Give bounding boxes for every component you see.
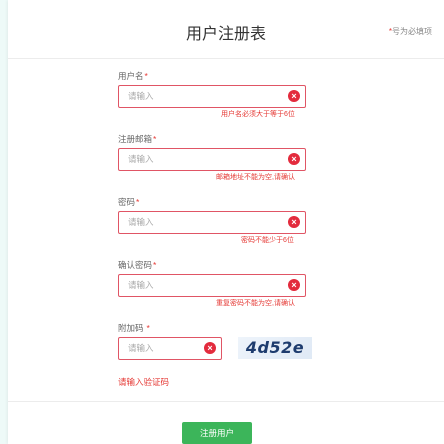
username-field: 用户名* 请输入 × xyxy=(118,70,306,108)
confirm-password-input[interactable]: 请输入 × xyxy=(118,274,306,297)
username-input[interactable]: 请输入 × xyxy=(118,85,306,108)
confirm-password-field: 确认密码* 请输入 × xyxy=(118,259,306,297)
clear-circle-icon[interactable]: × xyxy=(288,153,300,165)
page-title: 用户注册表 xyxy=(185,26,266,43)
captcha-input[interactable]: 请输入 × xyxy=(118,337,222,360)
email-field: 注册邮箱* 请输入 × xyxy=(118,133,306,171)
password-input[interactable]: 请输入 × xyxy=(118,211,306,234)
clear-circle-icon[interactable]: × xyxy=(288,279,300,291)
captcha-placeholder: 请输入 xyxy=(128,343,154,353)
password-label: 密码* xyxy=(118,197,140,207)
username-label: 用户名* xyxy=(118,71,148,81)
captcha-label: 附加码 * xyxy=(118,323,150,333)
clear-circle-icon[interactable]: × xyxy=(288,90,300,102)
confirm-password-placeholder: 请输入 xyxy=(128,280,154,290)
password-error: 密码不能少于6位 xyxy=(241,237,294,244)
captcha-field: 附加码 * 请输入 × xyxy=(118,322,222,360)
email-input[interactable]: 请输入 × xyxy=(118,148,306,171)
footer-divider xyxy=(8,401,444,402)
username-error: 用户名必须大于等于6位 xyxy=(221,111,295,118)
form-header: 用户注册表 *号为必填项 xyxy=(8,0,444,59)
username-placeholder: 请输入 xyxy=(128,91,154,101)
email-label: 注册邮箱* xyxy=(118,134,157,144)
required-hint: *号为必填项 xyxy=(388,27,432,36)
register-button[interactable]: 注册用户 xyxy=(182,422,252,444)
email-placeholder: 请输入 xyxy=(128,154,154,164)
captcha-error: 请输入验证码 xyxy=(118,377,170,387)
email-error: 邮箱地址不能为空,请确认 xyxy=(216,174,295,181)
captcha-image[interactable]: 4d52e xyxy=(238,337,312,359)
clear-circle-icon[interactable]: × xyxy=(204,342,216,354)
password-field: 密码* 请输入 × xyxy=(118,196,306,234)
confirm-password-error: 重复密码不能为空,请确认 xyxy=(216,300,295,307)
clear-circle-icon[interactable]: × xyxy=(288,216,300,228)
confirm-password-label: 确认密码* xyxy=(118,260,157,270)
password-placeholder: 请输入 xyxy=(128,217,154,227)
